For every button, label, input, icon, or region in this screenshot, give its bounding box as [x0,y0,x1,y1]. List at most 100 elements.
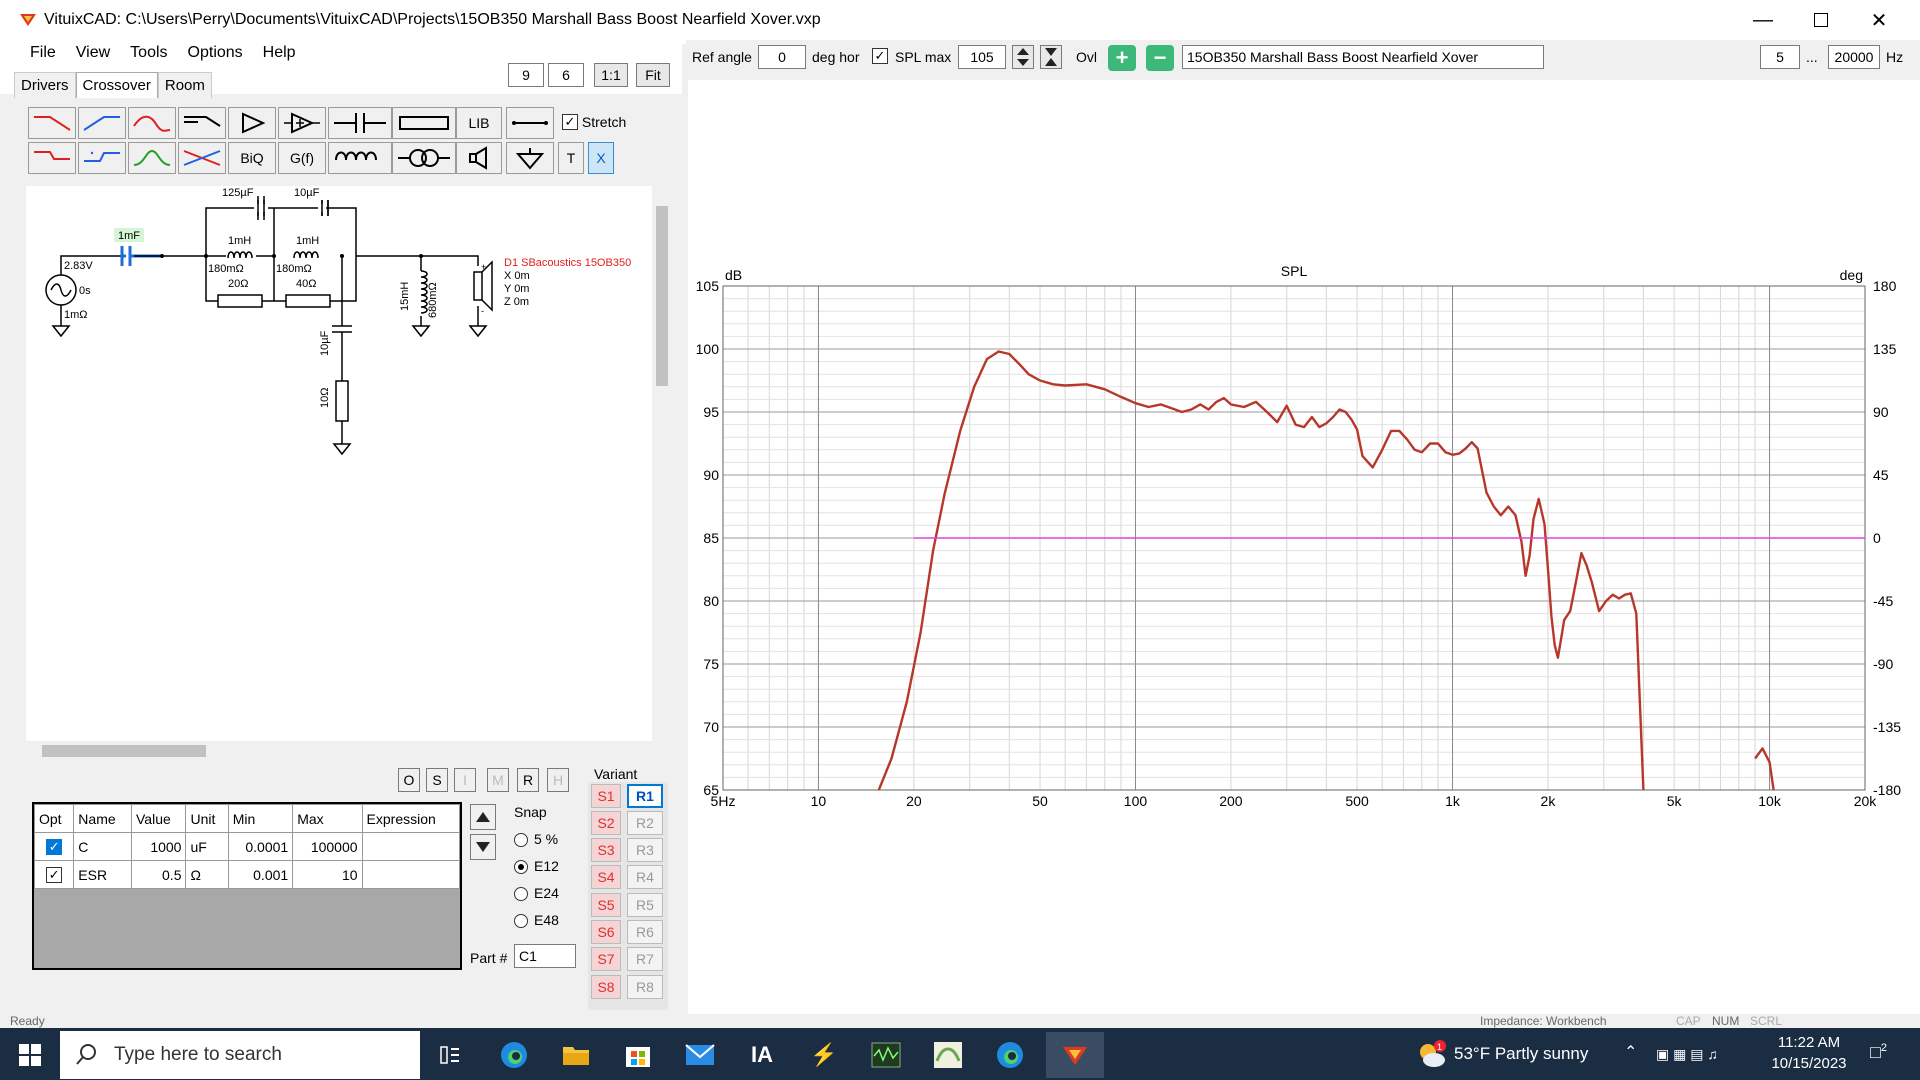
snap-option-e12[interactable]: E12 [514,853,559,880]
variant-r5-button[interactable]: R5 [627,893,663,917]
menu-options[interactable]: Options [178,44,253,68]
task-view-button[interactable] [424,1032,476,1078]
row-opt-checkbox[interactable]: ✓ [46,839,63,855]
ref-angle-field[interactable]: 0 [758,45,806,69]
variant-r1-button[interactable]: R1 [627,784,663,808]
variant-s5-button[interactable]: S5 [591,893,621,917]
close-button[interactable]: ✕ [1850,0,1908,40]
tab-room[interactable]: Room [157,72,212,98]
spl-spin-button[interactable] [1012,45,1034,69]
menu-view[interactable]: View [66,44,120,68]
row-max[interactable]: 100000 [292,832,363,861]
edge2-taskbar-button[interactable] [984,1032,1036,1078]
weather-icon[interactable]: 1 [1416,1040,1446,1070]
variant-s3-button[interactable]: S3 [591,838,621,862]
snap-option-5pct[interactable]: 5 % [514,826,559,853]
library-button[interactable]: LIB [456,107,502,139]
allpass-filter-button[interactable] [128,107,176,139]
system-tray-icons[interactable]: ▣ ▦ ▤ ♫ [1656,1046,1718,1063]
freq-max-field[interactable]: 20000 [1828,45,1880,69]
driver-button[interactable] [456,142,502,174]
mode-h-button[interactable]: H [547,768,569,792]
variant-s2-button[interactable]: S2 [591,811,621,835]
spl-chart-panel[interactable]: 105 100 95 90 85 80 75 70 65 180 135 90 45 0 -45 -90 -13… [688,80,1910,998]
highpass-filter-button[interactable] [78,107,126,139]
stretch-checkbox[interactable]: ✓ [562,114,578,130]
menu-file[interactable]: File [20,44,66,68]
menu-help[interactable]: Help [253,44,306,68]
row-name[interactable]: C [73,832,132,861]
zoom-y-field[interactable]: 6 [548,63,584,87]
col-unit[interactable]: Unit [185,804,229,833]
row-name[interactable]: ESR [73,860,132,889]
text-button[interactable]: T [558,142,584,174]
capacitor-button[interactable] [328,107,392,139]
mail-button[interactable] [674,1032,726,1078]
snap-option-e24[interactable]: E24 [514,880,559,907]
notch-filter-button[interactable] [178,142,226,174]
row-unit[interactable]: uF [185,832,229,861]
stretch-toggle[interactable]: ✓ Stretch [562,114,626,130]
highpass2-filter-button[interactable] [78,142,126,174]
lowpass-filter-button[interactable] [28,107,76,139]
variant-r4-button[interactable]: R4 [627,865,663,889]
variant-r6-button[interactable]: R6 [627,920,663,944]
mode-s-button[interactable]: S [426,768,448,792]
variant-r3-button[interactable]: R3 [627,838,663,862]
resistor-button[interactable] [392,107,456,139]
row-max[interactable]: 10 [292,860,363,889]
project-name-field[interactable]: 15OB350 Marshall Bass Boost Nearfield Xo… [1182,45,1544,69]
schematic-vscrollbar[interactable] [654,186,670,741]
weather-text[interactable]: 53°F Partly sunny [1454,1044,1588,1064]
row-expression[interactable] [361,860,461,889]
remove-overlay-button[interactable]: − [1146,45,1174,71]
search-box[interactable]: Type here to search [60,1031,420,1079]
ground-button[interactable] [506,142,554,174]
la-app-button[interactable]: IA [736,1032,788,1078]
variant-r8-button[interactable]: R8 [627,975,663,999]
vituixcad-taskbar-button[interactable] [1046,1032,1104,1078]
move-up-button[interactable] [470,804,496,830]
row-value[interactable]: 1000 [130,832,187,861]
spl-autoscale-button[interactable] [1040,45,1062,69]
col-value[interactable]: Value [130,804,187,833]
clock[interactable]: 11:22 AM 10/15/2023 [1766,1034,1852,1072]
start-button[interactable] [4,1032,56,1078]
menu-tools[interactable]: Tools [120,44,177,68]
tab-drivers[interactable]: Drivers [14,72,76,98]
schematic-canvas[interactable]: 2.83V 0s 1mΩ 1mF 125µF 10µF 1mH 1mH 180m… [26,186,652,741]
tab-crossover[interactable]: Crossover [75,72,158,98]
lightning-app-button[interactable]: ⚡ [798,1032,850,1078]
variant-s8-button[interactable]: S8 [591,975,621,999]
x-button[interactable]: X [588,142,614,174]
buffer-button[interactable] [278,107,326,139]
spl-max-checkbox[interactable]: ✓ [872,48,888,64]
file-explorer-button[interactable] [550,1032,602,1078]
row-min[interactable]: 0.001 [227,860,294,889]
mode-m-button[interactable]: M [487,768,509,792]
zoom-1to1-button[interactable]: 1:1 [594,63,628,87]
row-expression[interactable] [361,832,461,861]
scope-app-button[interactable] [860,1032,912,1078]
chevron-up-icon[interactable]: ⌃ [1624,1042,1637,1062]
inductor-button[interactable] [328,142,392,174]
variant-s7-button[interactable]: S7 [591,947,621,971]
move-down-button[interactable] [470,834,496,860]
zoom-x-field[interactable]: 9 [508,63,544,87]
edge-taskbar-button[interactable] [488,1032,540,1078]
col-opt[interactable]: Opt [33,804,75,833]
freq-min-field[interactable]: 5 [1760,45,1800,69]
biquad-button[interactable]: BiQ [228,142,276,174]
row-min[interactable]: 0.0001 [227,832,294,861]
variant-s1-button[interactable]: S1 [591,784,621,808]
snap-option-e48[interactable]: E48 [514,907,559,934]
transfer-function-button[interactable]: G(f) [278,142,326,174]
variant-s4-button[interactable]: S4 [591,865,621,889]
shelf-filter-button[interactable] [178,107,226,139]
spl-max-field[interactable]: 105 [958,45,1006,69]
col-name[interactable]: Name [73,804,132,833]
row-opt-checkbox[interactable]: ✓ [46,867,63,883]
store-button[interactable] [612,1032,664,1078]
col-expression[interactable]: Expression [361,804,461,833]
transformer-button[interactable] [392,142,456,174]
